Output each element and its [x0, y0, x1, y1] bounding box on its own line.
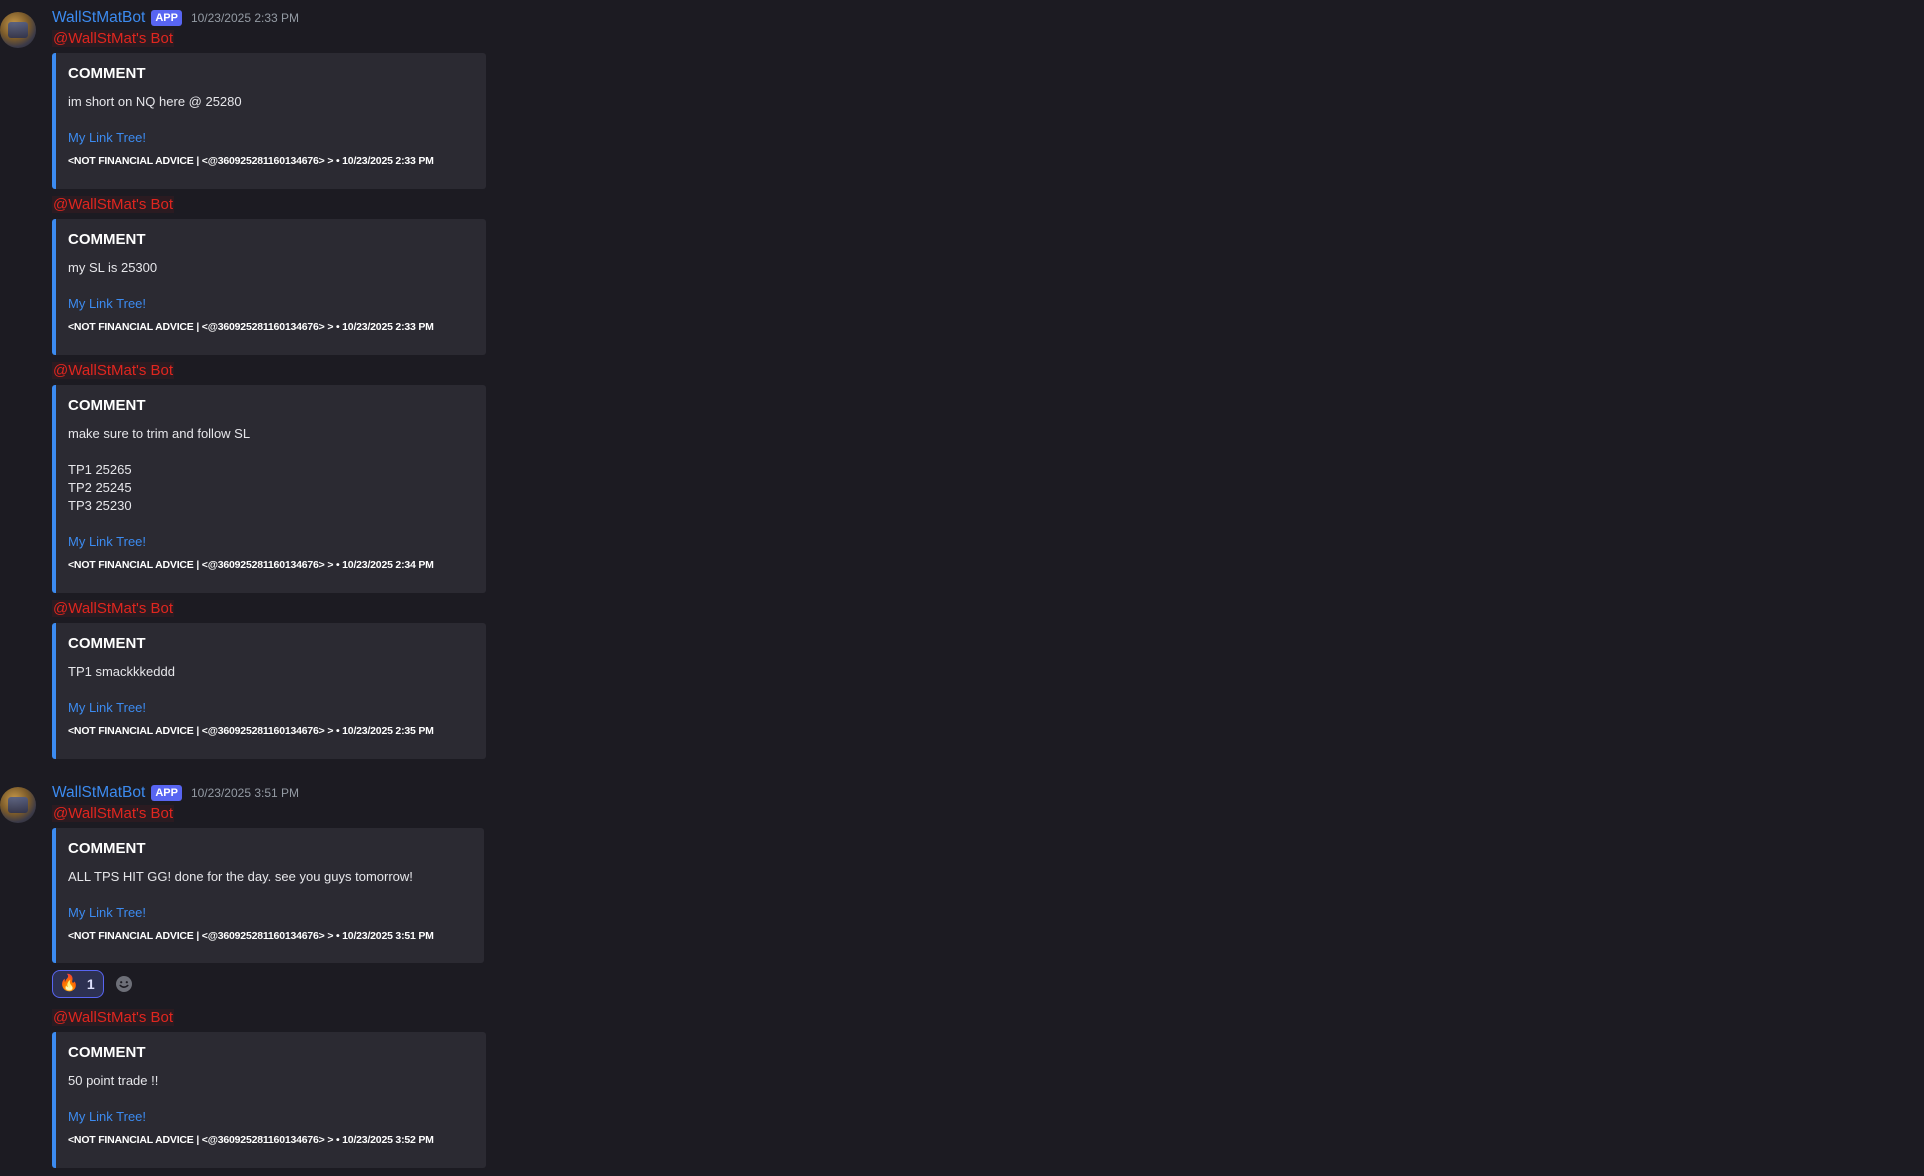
message-header: WallStMatBot APP 10/23/2025 2:33 PM: [52, 8, 299, 28]
link-tree-link[interactable]: My Link Tree!: [68, 295, 474, 313]
embed-description: TP1 smackkkeddd: [68, 664, 175, 679]
add-reaction-icon[interactable]: [114, 974, 134, 994]
link-tree-link[interactable]: My Link Tree!: [68, 533, 474, 551]
user-mention[interactable]: @WallStMat's Bot: [52, 805, 175, 822]
message-timestamp[interactable]: 10/23/2025 3:51 PM: [191, 786, 299, 800]
embed-card: COMMENT my SL is 25300 My Link Tree! <NO…: [52, 219, 486, 355]
chat-message-list: WallStMatBot APP 10/23/2025 2:33 PM @Wal…: [0, 0, 1924, 1176]
user-mention[interactable]: @WallStMat's Bot: [52, 600, 175, 617]
link-tree-link[interactable]: My Link Tree!: [68, 129, 474, 147]
smiley-icon: [115, 976, 132, 992]
app-badge: APP: [151, 10, 182, 26]
avatar[interactable]: [0, 787, 36, 823]
embed-footer: <NOT FINANCIAL ADVICE | <@36092528116013…: [68, 321, 434, 333]
embed-title: COMMENT: [68, 397, 146, 414]
reaction-count: 1: [86, 976, 95, 992]
author-name[interactable]: WallStMatBot: [52, 9, 145, 27]
embed-title: COMMENT: [68, 231, 146, 248]
user-mention[interactable]: @WallStMat's Bot: [52, 362, 175, 379]
user-mention[interactable]: @WallStMat's Bot: [52, 196, 175, 213]
embed-description: 50 point trade !!: [68, 1073, 159, 1088]
embed-footer: <NOT FINANCIAL ADVICE | <@36092528116013…: [68, 155, 434, 167]
app-badge: APP: [151, 785, 182, 801]
embed-description: make sure to trim and follow SL TP1 2526…: [68, 426, 251, 513]
embed-footer: <NOT FINANCIAL ADVICE | <@36092528116013…: [68, 930, 434, 942]
fire-emoji-icon: 🔥: [59, 975, 79, 992]
embed-footer: <NOT FINANCIAL ADVICE | <@36092528116013…: [68, 559, 434, 571]
embed-title: COMMENT: [68, 840, 146, 857]
user-mention[interactable]: @WallStMat's Bot: [52, 30, 175, 47]
embed-card: COMMENT 50 point trade !! My Link Tree! …: [52, 1032, 486, 1168]
embed-card: COMMENT TP1 smackkkeddd My Link Tree! <N…: [52, 623, 486, 759]
link-tree-link[interactable]: My Link Tree!: [68, 904, 472, 922]
link-tree-link[interactable]: My Link Tree!: [68, 699, 474, 717]
reaction-fire[interactable]: 🔥 1: [52, 970, 104, 998]
embed-card: COMMENT make sure to trim and follow SL …: [52, 385, 486, 593]
embed-description: my SL is 25300: [68, 260, 158, 275]
link-tree-link[interactable]: My Link Tree!: [68, 1108, 474, 1126]
embed-card: COMMENT im short on NQ here @ 25280 My L…: [52, 53, 486, 189]
embed-title: COMMENT: [68, 635, 146, 652]
avatar[interactable]: [0, 12, 36, 48]
author-name[interactable]: WallStMatBot: [52, 784, 145, 802]
embed-description: ALL TPS HIT GG! done for the day. see yo…: [68, 869, 413, 884]
message-header: WallStMatBot APP 10/23/2025 3:51 PM: [52, 783, 299, 803]
embed-description: im short on NQ here @ 25280: [68, 94, 242, 109]
user-mention[interactable]: @WallStMat's Bot: [52, 1009, 175, 1026]
embed-card: COMMENT ALL TPS HIT GG! done for the day…: [52, 828, 484, 963]
embed-title: COMMENT: [68, 65, 146, 82]
embed-footer: <NOT FINANCIAL ADVICE | <@36092528116013…: [68, 1134, 434, 1146]
embed-title: COMMENT: [68, 1044, 146, 1061]
reaction-bar: 🔥 1: [52, 970, 134, 998]
embed-footer: <NOT FINANCIAL ADVICE | <@36092528116013…: [68, 725, 434, 737]
message-timestamp[interactable]: 10/23/2025 2:33 PM: [191, 11, 299, 25]
